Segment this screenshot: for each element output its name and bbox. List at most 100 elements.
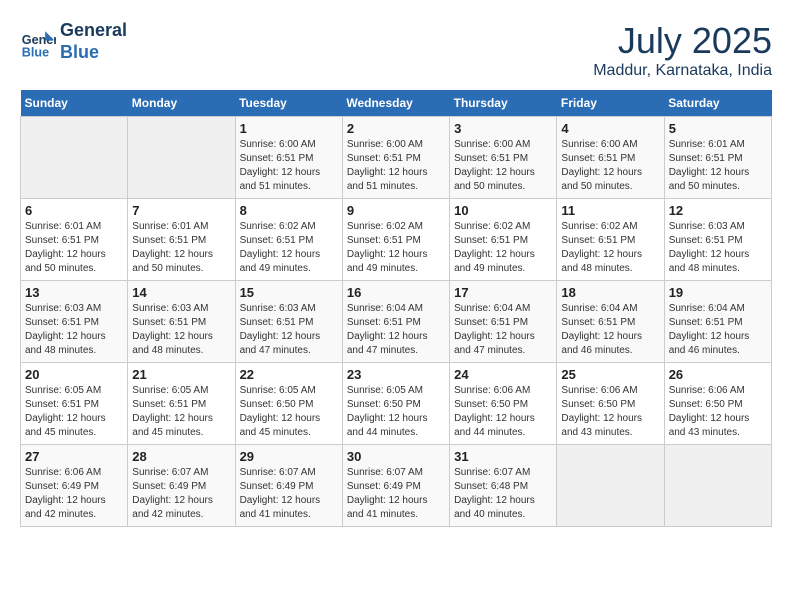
weekday-header-sunday: Sunday xyxy=(21,90,128,117)
day-number: 5 xyxy=(669,121,767,136)
calendar-cell: 25 Sunrise: 6:06 AMSunset: 6:50 PMDayligh… xyxy=(557,363,664,445)
weekday-header-row: SundayMondayTuesdayWednesdayThursdayFrid… xyxy=(21,90,772,117)
calendar-cell xyxy=(664,445,771,527)
calendar-cell: 23Sunrise: 6:05 AMSunset: 6:50 PMDayligh… xyxy=(342,363,449,445)
day-number: 25 xyxy=(561,367,659,382)
calendar-table: SundayMondayTuesdayWednesdayThursdayFrid… xyxy=(20,90,772,527)
calendar-cell: 8 Sunrise: 6:02 AMSunset: 6:51 PMDaylight… xyxy=(235,199,342,281)
day-number: 16 xyxy=(347,285,445,300)
day-info: Sunrise: 6:04 AMSunset: 6:51 PMDaylight:… xyxy=(454,302,552,358)
day-info: Sunrise: 6:07 AMSunset: 6:49 PMDaylight:… xyxy=(132,466,230,522)
day-info: Sunrise: 6:05 AMSunset: 6:51 PMDaylight:… xyxy=(132,384,230,440)
location-title: Maddur, Karnataka, India xyxy=(593,62,772,80)
day-info: Sunrise: 6:07 AMSunset: 6:49 PMDaylight:… xyxy=(347,466,445,522)
day-info: Sunrise: 6:05 AMSunset: 6:51 PMDaylight:… xyxy=(25,384,123,440)
day-number: 31 xyxy=(454,449,552,464)
day-number: 28 xyxy=(132,449,230,464)
calendar-week-1: 1 Sunrise: 6:00 AMSunset: 6:51 PMDaylight… xyxy=(21,117,772,199)
day-number: 24 xyxy=(454,367,552,382)
day-info: Sunrise: 6:06 AMSunset: 6:50 PMDaylight:… xyxy=(561,384,659,440)
calendar-week-4: 20Sunrise: 6:05 AMSunset: 6:51 PMDayligh… xyxy=(21,363,772,445)
calendar-cell: 5Sunrise: 6:01 AMSunset: 6:51 PMDaylight… xyxy=(664,117,771,199)
day-info: Sunrise: 6:02 AMSunset: 6:51 PMDaylight:… xyxy=(561,220,659,276)
svg-text:Blue: Blue xyxy=(22,45,49,59)
calendar-cell: 4Sunrise: 6:00 AMSunset: 6:51 PMDaylight… xyxy=(557,117,664,199)
calendar-body: 1 Sunrise: 6:00 AMSunset: 6:51 PMDaylight… xyxy=(21,117,772,527)
day-number: 4 xyxy=(561,121,659,136)
calendar-cell: 1 Sunrise: 6:00 AMSunset: 6:51 PMDaylight… xyxy=(235,117,342,199)
weekday-header-wednesday: Wednesday xyxy=(342,90,449,117)
calendar-cell: 10 Sunrise: 6:02 AMSunset: 6:51 PMDayligh… xyxy=(450,199,557,281)
day-number: 1 xyxy=(240,121,338,136)
calendar-cell: 2 Sunrise: 6:00 AMSunset: 6:51 PMDaylight… xyxy=(342,117,449,199)
month-title: July 2025 xyxy=(593,20,772,62)
calendar-week-2: 6Sunrise: 6:01 AMSunset: 6:51 PMDaylight… xyxy=(21,199,772,281)
calendar-cell: 30 Sunrise: 6:07 AMSunset: 6:49 PMDayligh… xyxy=(342,445,449,527)
day-number: 19 xyxy=(669,285,767,300)
calendar-cell: 24 Sunrise: 6:06 AMSunset: 6:50 PMDayligh… xyxy=(450,363,557,445)
calendar-cell xyxy=(557,445,664,527)
page-header: General Blue General Blue July 2025 Madd… xyxy=(20,20,772,80)
calendar-week-3: 13 Sunrise: 6:03 AMSunset: 6:51 PMDayligh… xyxy=(21,281,772,363)
weekday-header-tuesday: Tuesday xyxy=(235,90,342,117)
calendar-cell: 13 Sunrise: 6:03 AMSunset: 6:51 PMDayligh… xyxy=(21,281,128,363)
day-number: 8 xyxy=(240,203,338,218)
calendar-week-5: 27 Sunrise: 6:06 AMSunset: 6:49 PMDayligh… xyxy=(21,445,772,527)
day-info: Sunrise: 6:01 AMSunset: 6:51 PMDaylight:… xyxy=(25,220,123,276)
day-info: Sunrise: 6:04 AMSunset: 6:51 PMDaylight:… xyxy=(347,302,445,358)
day-info: Sunrise: 6:03 AMSunset: 6:51 PMDaylight:… xyxy=(132,302,230,358)
weekday-header-monday: Monday xyxy=(128,90,235,117)
day-number: 10 xyxy=(454,203,552,218)
day-number: 3 xyxy=(454,121,552,136)
day-number: 7 xyxy=(132,203,230,218)
calendar-cell: 17Sunrise: 6:04 AMSunset: 6:51 PMDayligh… xyxy=(450,281,557,363)
day-info: Sunrise: 6:00 AMSunset: 6:51 PMDaylight:… xyxy=(240,138,338,194)
day-info: Sunrise: 6:07 AMSunset: 6:48 PMDaylight:… xyxy=(454,466,552,522)
day-info: Sunrise: 6:02 AMSunset: 6:51 PMDaylight:… xyxy=(240,220,338,276)
calendar-cell: 16 Sunrise: 6:04 AMSunset: 6:51 PMDayligh… xyxy=(342,281,449,363)
day-info: Sunrise: 6:06 AMSunset: 6:50 PMDaylight:… xyxy=(669,384,767,440)
day-info: Sunrise: 6:03 AMSunset: 6:51 PMDaylight:… xyxy=(240,302,338,358)
day-info: Sunrise: 6:04 AMSunset: 6:51 PMDaylight:… xyxy=(561,302,659,358)
day-number: 21 xyxy=(132,367,230,382)
calendar-cell: 3Sunrise: 6:00 AMSunset: 6:51 PMDaylight… xyxy=(450,117,557,199)
calendar-cell: 19 Sunrise: 6:04 AMSunset: 6:51 PMDayligh… xyxy=(664,281,771,363)
logo-icon: General Blue xyxy=(20,24,56,60)
calendar-cell: 31 Sunrise: 6:07 AMSunset: 6:48 PMDayligh… xyxy=(450,445,557,527)
calendar-cell xyxy=(21,117,128,199)
day-info: Sunrise: 6:04 AMSunset: 6:51 PMDaylight:… xyxy=(669,302,767,358)
calendar-cell: 14Sunrise: 6:03 AMSunset: 6:51 PMDayligh… xyxy=(128,281,235,363)
calendar-cell: 7 Sunrise: 6:01 AMSunset: 6:51 PMDaylight… xyxy=(128,199,235,281)
day-number: 18 xyxy=(561,285,659,300)
logo-text: General Blue xyxy=(60,20,127,63)
weekday-header-friday: Friday xyxy=(557,90,664,117)
day-number: 2 xyxy=(347,121,445,136)
day-info: Sunrise: 6:05 AMSunset: 6:50 PMDaylight:… xyxy=(240,384,338,440)
day-info: Sunrise: 6:06 AMSunset: 6:49 PMDaylight:… xyxy=(25,466,123,522)
day-number: 27 xyxy=(25,449,123,464)
day-info: Sunrise: 6:01 AMSunset: 6:51 PMDaylight:… xyxy=(132,220,230,276)
logo: General Blue General Blue xyxy=(20,20,127,63)
day-number: 15 xyxy=(240,285,338,300)
weekday-header-thursday: Thursday xyxy=(450,90,557,117)
calendar-cell: 15 Sunrise: 6:03 AMSunset: 6:51 PMDayligh… xyxy=(235,281,342,363)
day-info: Sunrise: 6:03 AMSunset: 6:51 PMDaylight:… xyxy=(25,302,123,358)
calendar-cell: 22Sunrise: 6:05 AMSunset: 6:50 PMDayligh… xyxy=(235,363,342,445)
day-number: 30 xyxy=(347,449,445,464)
day-number: 29 xyxy=(240,449,338,464)
calendar-cell: 6Sunrise: 6:01 AMSunset: 6:51 PMDaylight… xyxy=(21,199,128,281)
calendar-cell xyxy=(128,117,235,199)
calendar-cell: 28 Sunrise: 6:07 AMSunset: 6:49 PMDayligh… xyxy=(128,445,235,527)
calendar-cell: 27 Sunrise: 6:06 AMSunset: 6:49 PMDayligh… xyxy=(21,445,128,527)
calendar-cell: 20Sunrise: 6:05 AMSunset: 6:51 PMDayligh… xyxy=(21,363,128,445)
calendar-cell: 26 Sunrise: 6:06 AMSunset: 6:50 PMDayligh… xyxy=(664,363,771,445)
calendar-cell: 29Sunrise: 6:07 AMSunset: 6:49 PMDayligh… xyxy=(235,445,342,527)
day-info: Sunrise: 6:00 AMSunset: 6:51 PMDaylight:… xyxy=(347,138,445,194)
day-info: Sunrise: 6:06 AMSunset: 6:50 PMDaylight:… xyxy=(454,384,552,440)
title-block: July 2025 Maddur, Karnataka, India xyxy=(593,20,772,80)
day-info: Sunrise: 6:03 AMSunset: 6:51 PMDaylight:… xyxy=(669,220,767,276)
calendar-cell: 9Sunrise: 6:02 AMSunset: 6:51 PMDaylight… xyxy=(342,199,449,281)
day-info: Sunrise: 6:02 AMSunset: 6:51 PMDaylight:… xyxy=(454,220,552,276)
day-number: 26 xyxy=(669,367,767,382)
day-number: 13 xyxy=(25,285,123,300)
